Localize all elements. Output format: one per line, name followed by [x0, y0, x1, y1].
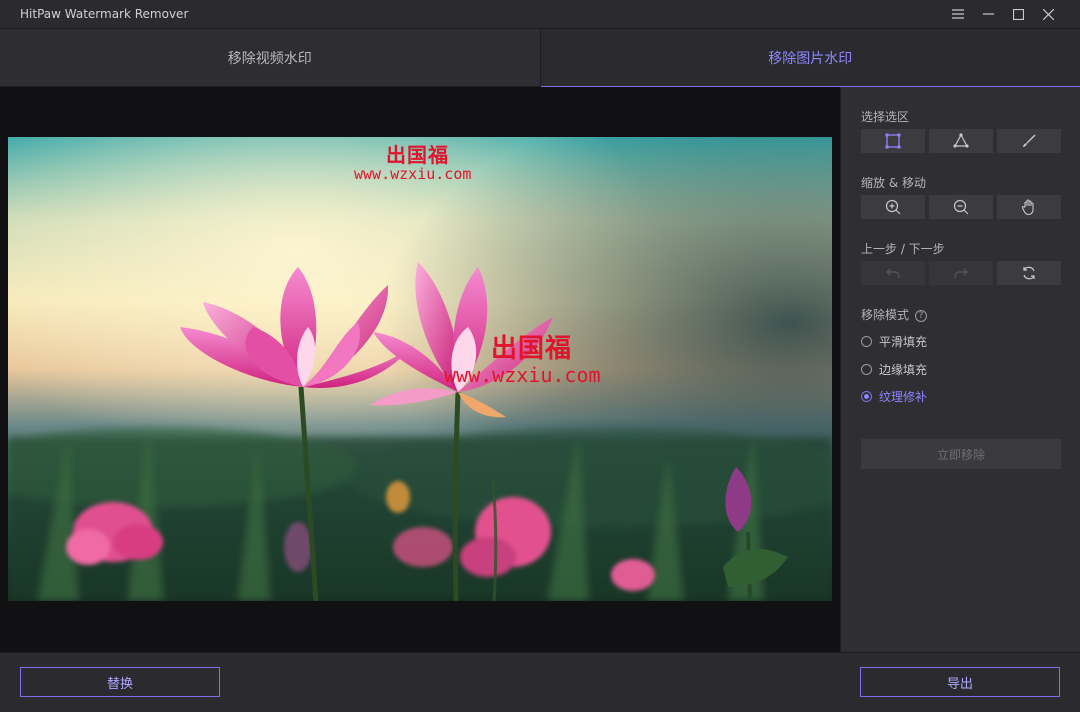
- hand-icon[interactable]: [997, 195, 1061, 219]
- selection-title: 选择选区: [861, 110, 910, 124]
- watermark-url-center: www.wzxiu.com: [444, 363, 601, 387]
- mode-option-label: 纹理修补: [879, 390, 928, 404]
- tool-panel: 选择选区 缩放 & 移动 上一步 / 下一步 移除模式 ? 平滑填充 边缘填充 …: [840, 87, 1080, 652]
- close-icon[interactable]: [1033, 0, 1063, 28]
- mode-tabs: 移除视频水印 移除图片水印: [0, 28, 1080, 87]
- rectangle-select-icon[interactable]: [861, 129, 925, 153]
- title-bar: HitPaw Watermark Remover: [0, 0, 1080, 28]
- bottom-bar: 替换 导出: [0, 652, 1080, 712]
- watermark-logo-center: 出国福: [491, 334, 573, 364]
- export-button[interactable]: 导出: [860, 667, 1060, 697]
- mode-title: 移除模式?: [861, 306, 928, 323]
- brush-icon[interactable]: [997, 129, 1061, 153]
- zoom-tools: [861, 195, 1061, 219]
- radio-circle-icon[interactable]: [861, 364, 872, 375]
- app-window: HitPaw Watermark Remover 移除视频水印 移除图片水印 出…: [0, 0, 1080, 712]
- selection-tools: [861, 129, 1061, 153]
- minimize-icon[interactable]: [973, 0, 1003, 28]
- watermark-logo-top: 出国福: [386, 143, 449, 167]
- mode-option-smooth[interactable]: 平滑填充: [861, 333, 927, 350]
- mode-option-texture[interactable]: 纹理修补: [861, 388, 927, 405]
- history-title: 上一步 / 下一步: [861, 242, 945, 256]
- maximize-icon[interactable]: [1003, 0, 1033, 28]
- reset-icon[interactable]: [997, 261, 1061, 285]
- app-title: HitPaw Watermark Remover: [20, 7, 189, 21]
- radio-checked-icon[interactable]: [861, 391, 872, 402]
- help-icon[interactable]: ?: [915, 309, 928, 322]
- zoom-title: 缩放 & 移动: [861, 176, 926, 190]
- replace-button[interactable]: 替换: [20, 667, 220, 697]
- undo-icon[interactable]: [861, 261, 925, 285]
- image-canvas[interactable]: 出国福 www.wzxiu.com 出国福 www.wzxiu.com: [0, 87, 840, 652]
- tab-remove-image-watermark[interactable]: 移除图片水印: [540, 29, 1080, 87]
- watermark-url-top: www.wzxiu.com: [354, 165, 472, 183]
- menu-icon[interactable]: [943, 0, 973, 28]
- zoom-out-icon[interactable]: [929, 195, 993, 219]
- lotus-photo[interactable]: 出国福 www.wzxiu.com 出国福 www.wzxiu.com: [8, 137, 832, 601]
- polygon-select-icon[interactable]: [929, 129, 993, 153]
- redo-icon[interactable]: [929, 261, 993, 285]
- tab-remove-video-watermark[interactable]: 移除视频水印: [0, 29, 541, 87]
- remove-now-button[interactable]: 立即移除: [861, 439, 1061, 469]
- radio-circle-icon[interactable]: [861, 336, 872, 347]
- mode-title-text: 移除模式: [861, 308, 910, 322]
- history-tools: [861, 261, 1061, 285]
- mode-option-label: 平滑填充: [879, 335, 928, 349]
- mode-option-label: 边缘填充: [879, 363, 928, 377]
- mode-option-edge[interactable]: 边缘填充: [861, 361, 927, 378]
- zoom-in-icon[interactable]: [861, 195, 925, 219]
